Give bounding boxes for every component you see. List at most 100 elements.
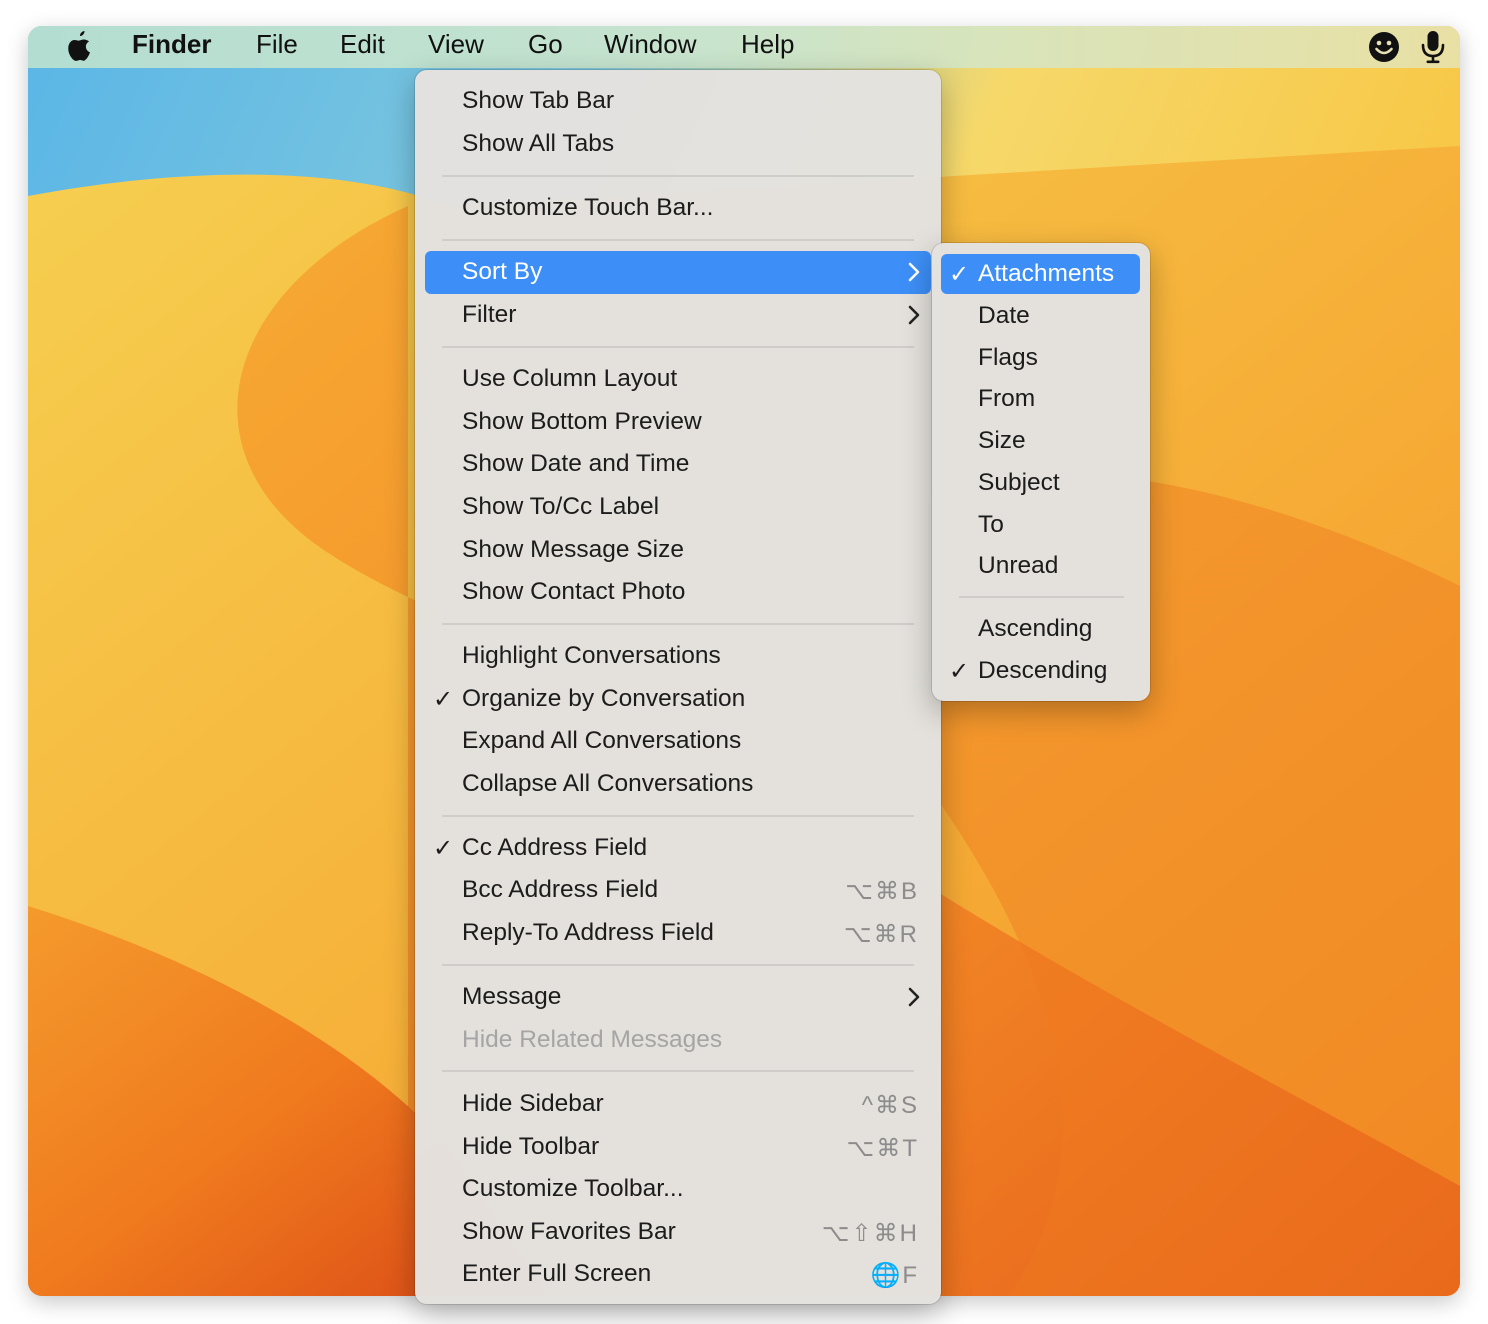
menu-item-label: Highlight Conversations — [462, 642, 721, 669]
view-menu: Show Tab Bar Show All Tabs Customize Tou… — [415, 70, 941, 1304]
menu-item-label: Message — [462, 983, 562, 1010]
menu-item-label: Sort By — [462, 258, 543, 285]
menu-item-collapse-all-conversations[interactable]: Collapse All Conversations — [425, 763, 931, 806]
menu-item-show-to-cc-label[interactable]: Show To/Cc Label — [425, 486, 931, 529]
smiley-icon[interactable] — [1368, 30, 1400, 64]
chevron-right-icon — [908, 262, 920, 282]
keyboard-shortcut: ⌥⇧⌘H — [821, 1220, 919, 1247]
menu-bar-help[interactable]: Help — [741, 26, 794, 69]
menu-separator — [442, 964, 914, 966]
menu-item-expand-all-conversations[interactable]: Expand All Conversations — [425, 720, 931, 763]
chevron-right-icon — [908, 987, 920, 1007]
submenu-item-label: To — [978, 511, 1004, 538]
menu-item-label: Customize Touch Bar... — [462, 194, 714, 221]
menu-item-label: Show Message Size — [462, 536, 684, 563]
menu-item-show-message-size[interactable]: Show Message Size — [425, 529, 931, 572]
menu-separator — [442, 175, 914, 177]
menu-bar: Finder File Edit View Go Window Help — [28, 26, 1460, 68]
menu-item-message[interactable]: Message — [425, 976, 931, 1019]
menu-separator — [442, 623, 914, 625]
menu-item-show-bottom-preview[interactable]: Show Bottom Preview — [425, 401, 931, 444]
menu-bar-edit[interactable]: Edit — [340, 26, 385, 69]
menu-bar-app-name[interactable]: Finder — [132, 26, 211, 69]
menu-item-reply-to-address-field[interactable]: Reply-To Address Field ⌥⌘R — [425, 912, 931, 955]
submenu-item-to[interactable]: To — [941, 505, 1140, 545]
submenu-item-label: Size — [978, 427, 1026, 454]
submenu-item-label: Date — [978, 302, 1030, 329]
menu-item-enter-full-screen[interactable]: Enter Full Screen 🌐F — [425, 1253, 931, 1296]
menu-bar-file[interactable]: File — [256, 26, 298, 69]
menu-item-label: Hide Related Messages — [462, 1026, 723, 1053]
submenu-item-unread[interactable]: Unread — [941, 546, 1140, 586]
menu-item-use-column-layout[interactable]: Use Column Layout — [425, 358, 931, 401]
submenu-item-descending[interactable]: ✓ Descending — [941, 651, 1140, 691]
sort-by-submenu: ✓ Attachments Date Flags From Size Subje… — [932, 243, 1150, 701]
menu-bar-view[interactable]: View — [428, 26, 484, 69]
menu-item-highlight-conversations[interactable]: Highlight Conversations — [425, 635, 931, 678]
menu-item-show-tab-bar[interactable]: Show Tab Bar — [425, 80, 931, 123]
menu-item-organize-by-conversation[interactable]: ✓ Organize by Conversation — [425, 678, 931, 721]
keyboard-shortcut: ⌥⌘T — [846, 1135, 919, 1162]
submenu-item-attachments[interactable]: ✓ Attachments — [941, 254, 1140, 294]
menu-item-show-all-tabs[interactable]: Show All Tabs — [425, 123, 931, 166]
submenu-item-label: Unread — [978, 552, 1059, 579]
menu-separator — [442, 239, 914, 241]
checkmark-icon: ✓ — [949, 658, 970, 685]
menu-item-show-contact-photo[interactable]: Show Contact Photo — [425, 571, 931, 614]
checkmark-icon: ✓ — [433, 835, 454, 862]
submenu-item-subject[interactable]: Subject — [941, 463, 1140, 503]
submenu-item-size[interactable]: Size — [941, 421, 1140, 461]
keyboard-shortcut: ⌥⌘B — [845, 878, 919, 905]
menu-item-cc-address-field[interactable]: ✓ Cc Address Field — [425, 827, 931, 870]
menu-item-show-date-and-time[interactable]: Show Date and Time — [425, 443, 931, 486]
menu-item-sort-by[interactable]: Sort By — [425, 251, 931, 294]
keyboard-shortcut: 🌐F — [870, 1262, 919, 1289]
menu-item-label: Filter — [462, 301, 517, 328]
menu-item-label: Show Contact Photo — [462, 578, 686, 605]
menu-item-label: Organize by Conversation — [462, 685, 746, 712]
menu-item-label: Show Bottom Preview — [462, 408, 702, 435]
checkmark-icon: ✓ — [949, 261, 970, 288]
menu-item-label: Show Favorites Bar — [462, 1218, 676, 1245]
menu-item-hide-sidebar[interactable]: Hide Sidebar ^⌘S — [425, 1083, 931, 1126]
menu-item-hide-toolbar[interactable]: Hide Toolbar ⌥⌘T — [425, 1126, 931, 1169]
submenu-separator — [959, 596, 1124, 598]
submenu-item-label: From — [978, 385, 1036, 412]
menu-item-label: Hide Toolbar — [462, 1133, 600, 1160]
submenu-item-date[interactable]: Date — [941, 296, 1140, 336]
submenu-item-label: Ascending — [978, 615, 1093, 642]
apple-icon[interactable] — [64, 29, 94, 63]
menu-item-label: Reply-To Address Field — [462, 919, 714, 946]
submenu-item-flags[interactable]: Flags — [941, 338, 1140, 378]
menu-item-label: Cc Address Field — [462, 834, 648, 861]
menu-item-label: Expand All Conversations — [462, 727, 742, 754]
menu-item-label: Show Tab Bar — [462, 87, 615, 114]
menu-bar-window[interactable]: Window — [604, 26, 696, 69]
menu-item-label: Collapse All Conversations — [462, 770, 754, 797]
menu-separator — [442, 346, 914, 348]
menu-item-customize-toolbar[interactable]: Customize Toolbar... — [425, 1168, 931, 1211]
menu-item-label: Customize Toolbar... — [462, 1175, 684, 1202]
menu-item-label: Hide Sidebar — [462, 1090, 604, 1117]
submenu-item-from[interactable]: From — [941, 379, 1140, 419]
microphone-icon[interactable] — [1420, 30, 1446, 64]
submenu-item-label: Flags — [978, 344, 1038, 371]
keyboard-shortcut: ^⌘S — [861, 1092, 919, 1119]
submenu-item-ascending[interactable]: Ascending — [941, 609, 1140, 649]
menu-item-hide-related-messages: Hide Related Messages — [425, 1019, 931, 1062]
menu-item-bcc-address-field[interactable]: Bcc Address Field ⌥⌘B — [425, 869, 931, 912]
menu-separator — [442, 815, 914, 817]
submenu-item-label: Attachments — [978, 260, 1115, 287]
menu-item-label: Use Column Layout — [462, 365, 678, 392]
menu-separator — [442, 1070, 914, 1072]
menu-item-label: Bcc Address Field — [462, 876, 659, 903]
menu-item-customize-touch-bar[interactable]: Customize Touch Bar... — [425, 187, 931, 230]
menu-bar-go[interactable]: Go — [528, 26, 563, 69]
chevron-right-icon — [908, 305, 920, 325]
menu-item-filter[interactable]: Filter — [425, 294, 931, 337]
menu-item-show-favorites-bar[interactable]: Show Favorites Bar ⌥⇧⌘H — [425, 1211, 931, 1254]
submenu-item-label: Subject — [978, 469, 1060, 496]
keyboard-shortcut: ⌥⌘R — [844, 921, 919, 948]
checkmark-icon: ✓ — [433, 686, 454, 713]
menu-item-label: Show To/Cc Label — [462, 493, 660, 520]
